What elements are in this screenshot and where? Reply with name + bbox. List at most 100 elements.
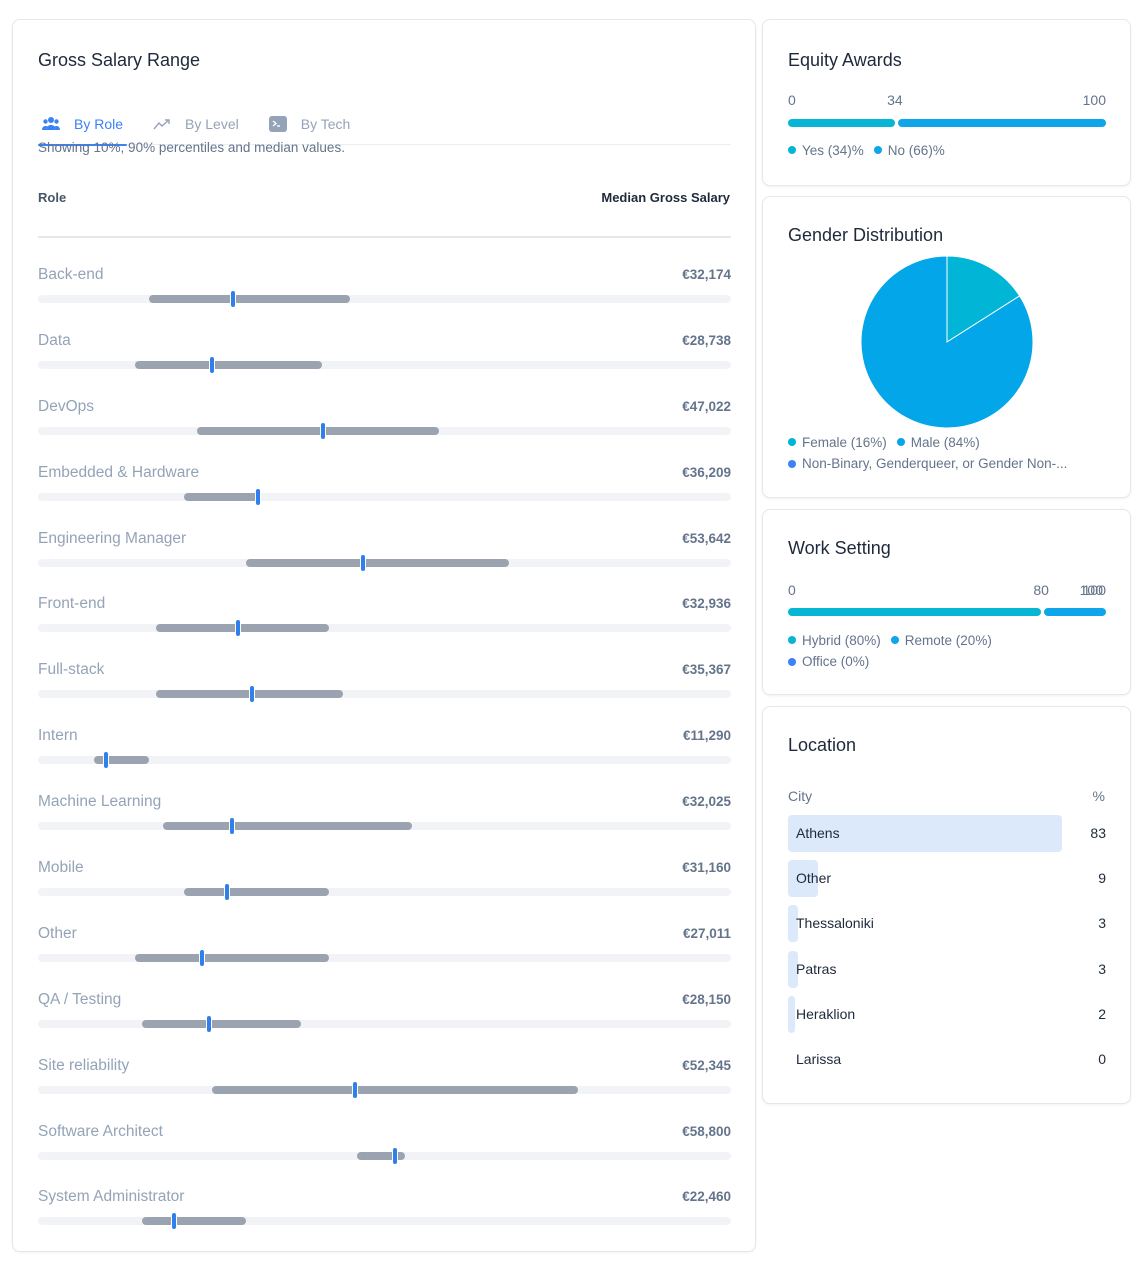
users-icon <box>42 115 60 133</box>
legend-dot-icon <box>788 459 796 468</box>
median-salary-value: €22,460 <box>682 1189 731 1205</box>
median-marker[interactable] <box>352 1080 359 1099</box>
salary-row: Intern €11,290 <box>38 725 731 791</box>
percentile-range-bar[interactable] <box>142 1019 302 1028</box>
percentile-range-bar[interactable] <box>135 360 323 369</box>
salary-range-track <box>38 1080 731 1099</box>
gender-pie-chart <box>860 255 1034 429</box>
percentile-range-bar[interactable] <box>356 1151 406 1160</box>
median-marker[interactable] <box>320 421 327 440</box>
salary-range-track <box>38 948 731 967</box>
salary-row: Embedded & Hardware €36,209 <box>38 462 731 528</box>
median-salary-value: €36,209 <box>682 464 731 480</box>
tab-label: By Role <box>74 116 124 132</box>
location-card: Location City % Athens 83 Other 9 Thessaloni… <box>762 706 1131 1104</box>
work-axis: 0 80 100 100 <box>788 582 1106 598</box>
tab-by-tech[interactable]: By Tech <box>265 103 350 145</box>
median-salary-value: €52,345 <box>682 1057 731 1073</box>
city-name: Heraklion <box>796 1005 856 1022</box>
bar-segment-hybrid[interactable] <box>788 608 1041 616</box>
role-label: Data <box>38 331 71 349</box>
role-label: Other <box>38 924 77 942</box>
legend-dot-icon <box>788 657 796 666</box>
salary-range-track <box>38 290 731 308</box>
salary-row: Full-stack €35,367 <box>38 659 731 725</box>
equity-axis: 0 34 100 <box>788 92 1106 108</box>
percentile-range-bar[interactable] <box>184 888 329 897</box>
role-label: Front-end <box>38 595 106 613</box>
role-label: System Administrator <box>38 1188 185 1206</box>
bar-segment-yes[interactable] <box>788 119 895 127</box>
median-marker[interactable] <box>234 619 241 638</box>
legend-item[interactable]: Female (16%) <box>788 432 887 453</box>
bar-segment-remote[interactable] <box>1043 608 1106 616</box>
median-salary-value: €11,290 <box>682 728 731 744</box>
legend-item[interactable]: Remote (20%) <box>890 630 992 651</box>
percentile-range-bar[interactable] <box>156 624 329 633</box>
median-salary-value: €31,160 <box>682 860 731 876</box>
median-marker[interactable] <box>229 817 236 836</box>
median-marker[interactable] <box>209 355 216 374</box>
median-marker[interactable] <box>171 1212 178 1231</box>
gender-distribution-card: Gender Distribution Female (16%) Male (84… <box>762 196 1131 498</box>
role-label: Site reliability <box>38 1056 130 1074</box>
percentile-range-bar[interactable] <box>245 558 510 567</box>
legend-dot-icon <box>788 146 796 154</box>
legend-label: Male (84%) <box>910 434 980 450</box>
median-marker[interactable] <box>103 751 110 770</box>
percentile-range-bar[interactable] <box>142 1217 246 1226</box>
median-marker[interactable] <box>205 1014 212 1033</box>
legend-dot-icon <box>896 438 905 446</box>
salary-range-track <box>38 751 731 770</box>
legend-item[interactable]: Non-Binary, Genderqueer, or Gender Non-.… <box>788 453 1067 474</box>
median-marker[interactable] <box>223 883 230 902</box>
city-percent: 9 <box>1098 870 1106 887</box>
percentile-range-bar[interactable] <box>184 492 260 501</box>
salary-range-track <box>38 487 731 506</box>
tab-by-level[interactable]: By Level <box>149 103 239 145</box>
work-title: Work Setting <box>788 538 891 558</box>
legend-item[interactable]: No (66)% <box>873 140 945 161</box>
legend-label: Non-Binary, Genderqueer, or Gender Non-.… <box>802 456 1068 471</box>
median-marker[interactable] <box>249 685 256 704</box>
median-marker[interactable] <box>254 487 261 506</box>
salary-range-track <box>38 421 731 440</box>
city-percent: 3 <box>1098 915 1106 932</box>
percentile-range-bar[interactable] <box>148 295 351 303</box>
percentile-range-bar[interactable] <box>212 1085 579 1094</box>
city-name: Patras <box>796 960 837 977</box>
percentile-range-bar[interactable] <box>135 953 330 962</box>
median-marker[interactable] <box>360 553 367 572</box>
salary-row: Front-end €32,936 <box>38 593 731 659</box>
salary-tabs: By Role By Level By Tech <box>38 103 731 146</box>
axis-tick-label: 80 <box>1033 582 1049 598</box>
column-header-role: Role <box>38 190 67 205</box>
median-salary-value: €27,011 <box>682 925 731 941</box>
equity-legend: Yes (34)% No (66)% <box>788 139 955 161</box>
legend-item[interactable]: Male (84%) <box>896 432 980 453</box>
role-label: Mobile <box>38 859 84 877</box>
legend-item[interactable]: Office (0%) <box>788 651 869 672</box>
median-marker[interactable] <box>198 948 205 967</box>
work-setting-card: Work Setting 0 80 100 100 Hybrid (80%) Remot… <box>762 509 1131 695</box>
location-rows: Athens 83 Other 9 Thessaloniki 3 Patras 3 Herakl… <box>788 814 1106 1085</box>
equity-stacked-bar <box>788 119 1106 127</box>
tab-by-role[interactable]: By Role <box>38 103 128 146</box>
role-label: Intern <box>38 727 78 745</box>
median-marker[interactable] <box>230 290 237 308</box>
axis-tick-label: 100 <box>1079 582 1103 598</box>
percentile-note: Showing 10%, 90% percentiles and median … <box>38 140 345 155</box>
column-header-city: City <box>788 788 813 804</box>
percentile-range-bar[interactable] <box>162 822 413 831</box>
percentile-range-bar[interactable] <box>196 426 440 435</box>
equity-awards-card: Equity Awards 0 34 100 Yes (34)% No (66)% <box>762 19 1131 186</box>
bar-segment-no[interactable] <box>897 119 1106 127</box>
percentile-range-bar[interactable] <box>93 756 149 765</box>
legend-dot-icon <box>788 636 796 644</box>
legend-item[interactable]: Yes (34)% <box>788 140 864 161</box>
location-title: Location <box>788 735 857 755</box>
salary-row: QA / Testing €28,150 <box>38 989 731 1055</box>
legend-item[interactable]: Hybrid (80%) <box>788 630 881 651</box>
median-marker[interactable] <box>391 1146 398 1165</box>
salary-rows: Back-end €32,174 Data €28,738 DevOps €47,022 E… <box>38 264 731 1252</box>
